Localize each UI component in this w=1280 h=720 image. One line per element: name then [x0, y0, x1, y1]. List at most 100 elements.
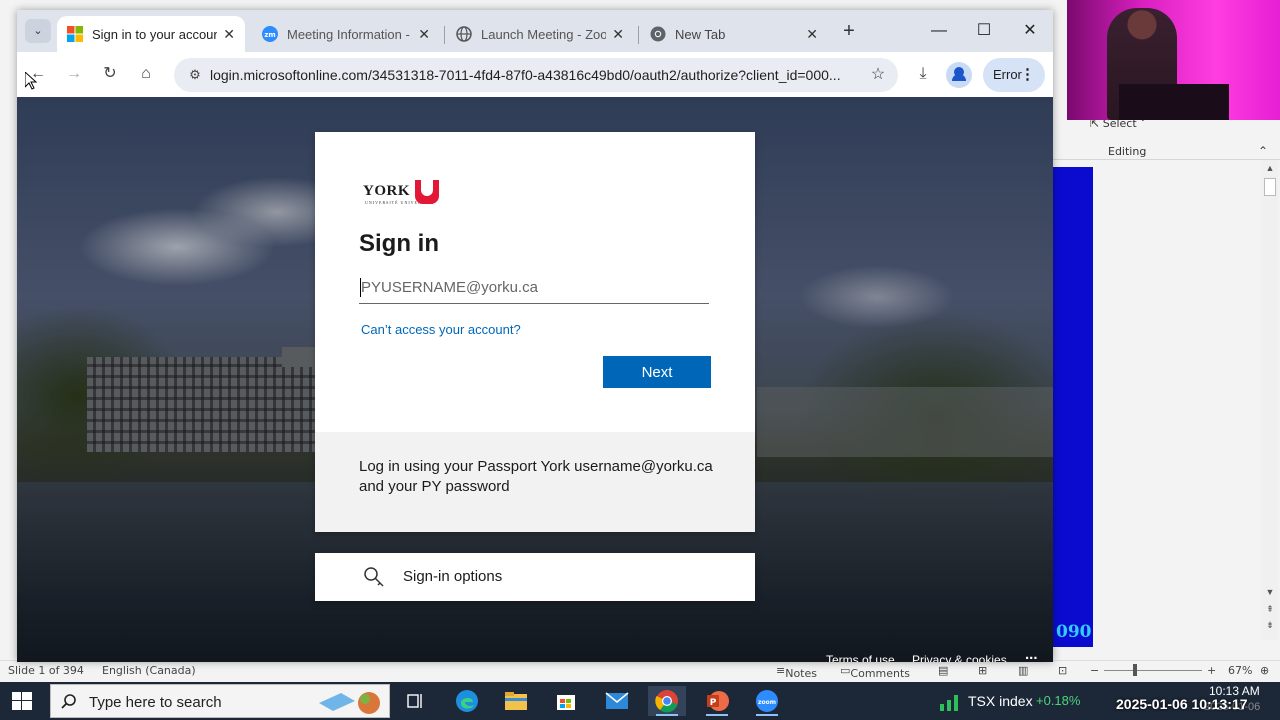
zoom-out-icon[interactable]: − [1090, 664, 1099, 677]
sign-in-page: YORK UNIVERSITÉ UNIVERSITY Sign in Can’t… [17, 97, 1053, 662]
svg-text:zm: zm [264, 31, 275, 39]
zoom-slider-knob[interactable] [1133, 664, 1137, 676]
address-bar[interactable]: ⚙ login.microsoftonline.com/34531318-701… [174, 58, 898, 92]
active-indicator [656, 714, 678, 716]
terms-link[interactable]: Terms of use [826, 653, 895, 662]
tsx-widget-label[interactable]: TSX index [968, 693, 1033, 709]
privacy-link[interactable]: Privacy & cookies [912, 653, 1007, 662]
zoom-slider[interactable] [1104, 670, 1202, 671]
logo-text: YORK [363, 183, 410, 199]
text-caret [360, 278, 361, 297]
cant-access-link[interactable]: Can’t access your account? [361, 322, 521, 337]
zoom-icon[interactable]: zoom [748, 686, 786, 716]
close-icon[interactable]: ✕ [612, 26, 624, 43]
search-placeholder: Type here to search [89, 694, 222, 711]
mail-icon[interactable] [598, 686, 636, 716]
store-icon[interactable] [547, 686, 585, 716]
edge-icon[interactable] [448, 686, 486, 716]
site-settings-icon[interactable]: ⚙ [182, 63, 208, 87]
vertical-scrollbar[interactable] [1262, 160, 1278, 640]
svg-text:zoom: zoom [758, 699, 776, 706]
chrome-window: ⌄ Sign in to your account ✕ zm Meeting I… [17, 10, 1053, 662]
fit-slide-icon[interactable]: ⊕ [1260, 664, 1269, 677]
new-tab-icon[interactable]: + [839, 20, 859, 42]
normal-view-icon[interactable]: ▤ [938, 664, 948, 677]
url-text[interactable]: login.microsoftonline.com/34531318-7011-… [210, 67, 850, 83]
windows-start-icon[interactable] [12, 692, 32, 710]
slide-canvas[interactable] [1053, 167, 1093, 647]
tab-strip: ⌄ Sign in to your account ✕ zm Meeting I… [17, 10, 1053, 52]
next-slide-icon[interactable]: ⇟ [1264, 620, 1276, 631]
window-close-icon[interactable]: ✕ [1015, 18, 1045, 44]
search-icon [61, 694, 76, 709]
collapse-ribbon-icon[interactable]: ⌃ [1258, 144, 1268, 158]
scroll-down-icon[interactable]: ▼ [1264, 587, 1276, 597]
editing-group-label: Editing [1108, 145, 1147, 158]
sign-in-options-button[interactable]: Sign-in options [315, 553, 755, 601]
language-indicator[interactable]: English (Canada) [102, 664, 196, 677]
tab-separator [444, 26, 445, 44]
key-icon [364, 567, 384, 587]
powerpoint-icon[interactable]: P [698, 686, 736, 716]
sign-in-help-panel: Log in using your Passport York username… [315, 432, 755, 532]
email-field[interactable] [359, 272, 709, 304]
scroll-thumb[interactable] [1264, 178, 1276, 196]
error-label: Error [993, 67, 1022, 82]
tab-title: Launch Meeting - Zoom [481, 26, 607, 42]
tab-launch-meeting[interactable]: Launch Meeting - Zoom ✕ [446, 16, 634, 52]
profile-avatar-icon[interactable] [946, 62, 972, 88]
globe-icon [456, 26, 472, 42]
tab-title: Meeting Information - [287, 26, 410, 42]
zoom-level[interactable]: 67% [1228, 664, 1252, 677]
minimize-icon[interactable]: — [924, 18, 954, 44]
bookmark-star-icon[interactable]: ☆ [866, 63, 890, 87]
zoom-in-icon[interactable]: + [1207, 664, 1216, 677]
tab-separator [638, 26, 639, 44]
file-explorer-icon[interactable] [497, 686, 535, 716]
chrome-icon[interactable] [648, 686, 686, 716]
recording-timestamp: 2025-01-06 10:13:17 [1116, 696, 1248, 712]
active-indicator [706, 714, 728, 716]
windows-taskbar: Type here to search P zoom TSX index +0.… [0, 682, 1280, 720]
maximize-icon[interactable]: ☐ [969, 18, 999, 44]
status-bar: Slide 1 of 394 English (Canada) ≡ Notes … [0, 660, 1280, 680]
more-menu-icon[interactable]: ⋮ [1020, 58, 1035, 92]
scroll-up-icon[interactable]: ▲ [1264, 163, 1276, 173]
tab-meeting-information[interactable]: zm Meeting Information - ✕ [252, 16, 440, 52]
slideshow-icon[interactable]: ⊡ [1058, 664, 1067, 677]
reading-view-icon[interactable]: ▥ [1018, 664, 1028, 677]
stock-chart-icon [940, 695, 958, 711]
chrome-icon [650, 26, 666, 42]
home-icon[interactable]: ⌂ [133, 61, 159, 87]
slide-counter: Slide 1 of 394 [8, 664, 84, 677]
reload-icon[interactable]: ↻ [97, 61, 123, 87]
taskbar-search[interactable]: Type here to search [50, 684, 390, 718]
help-text: Log in using your Passport York username… [359, 458, 713, 495]
slide-sorter-icon[interactable]: ⊞ [978, 664, 987, 677]
next-button[interactable]: Next [603, 356, 711, 388]
close-icon[interactable]: ✕ [806, 26, 818, 43]
download-icon[interactable]: ⤓ [910, 61, 936, 87]
tab-sign-in[interactable]: Sign in to your account ✕ [57, 16, 245, 52]
notes-button[interactable]: ≡ Notes [776, 664, 817, 680]
tab-title: Sign in to your account [92, 26, 218, 42]
comments-button[interactable]: ▭ Comments [840, 664, 910, 680]
browser-toolbar: ← → ↻ ⌂ ⚙ login.microsoftonline.com/3453… [17, 52, 1053, 97]
tab-search-icon[interactable]: ⌄ [25, 19, 51, 43]
desk-shape [1119, 84, 1229, 120]
slide-number-text: 090 [1056, 622, 1092, 642]
york-u-mark-icon [415, 180, 439, 204]
tab-title: New Tab [675, 26, 726, 42]
mouse-cursor-icon [25, 72, 37, 90]
previous-slide-icon[interactable]: ⇞ [1264, 604, 1276, 615]
york-logo: YORK UNIVERSITÉ UNIVERSITY [363, 180, 443, 210]
forward-icon[interactable]: → [61, 61, 87, 87]
microsoft-icon [67, 26, 83, 42]
tab-new-tab[interactable]: New Tab ✕ [640, 16, 828, 52]
error-chip[interactable]: Error ⋮ [983, 58, 1045, 92]
close-icon[interactable]: ✕ [418, 26, 430, 43]
more-options-icon[interactable]: ... [1025, 646, 1038, 662]
close-icon[interactable]: ✕ [223, 26, 235, 43]
comments-label: Comments [850, 667, 911, 680]
task-view-icon[interactable] [397, 686, 435, 716]
